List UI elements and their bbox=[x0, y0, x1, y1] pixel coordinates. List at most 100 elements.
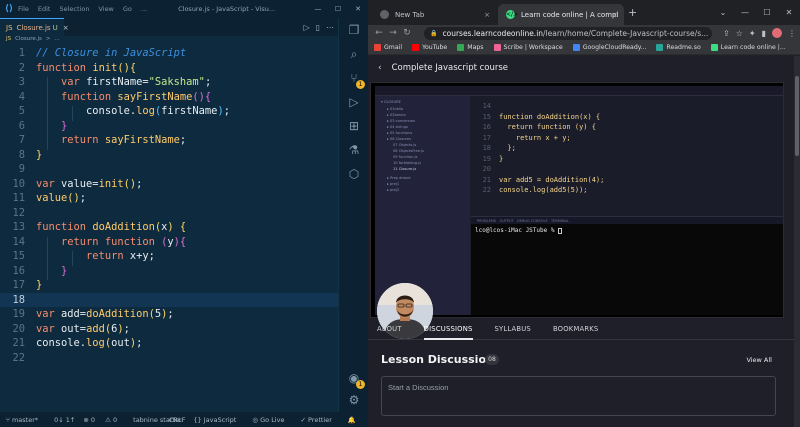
tab-closure-js[interactable]: JS Closure.js U × bbox=[0, 18, 69, 36]
close-window-icon[interactable]: ✕ bbox=[348, 0, 368, 18]
course-tab-discussions[interactable]: DISCUSSIONS bbox=[423, 318, 473, 340]
video-ide-titlebar bbox=[375, 86, 783, 96]
run-debug-icon[interactable]: ▷ bbox=[346, 94, 362, 110]
code-line[interactable]: 2 function init(){ bbox=[0, 61, 338, 76]
bookmark-item[interactable]: YouTube bbox=[412, 44, 447, 51]
video-terminal: lco@lcos-iMac JSTube % bbox=[471, 224, 783, 315]
settings-gear-icon[interactable]: ⚙ bbox=[346, 392, 362, 408]
problems-status[interactable]: ⊗ 0 ⚠ 0 bbox=[83, 416, 125, 424]
code-text: return function (y){ bbox=[61, 235, 187, 248]
menu-item-go[interactable]: Go bbox=[123, 5, 132, 13]
code-line[interactable]: 16 } bbox=[0, 264, 338, 279]
more-actions-icon[interactable]: ⋯ bbox=[326, 23, 334, 32]
page-scrollbar[interactable] bbox=[794, 56, 800, 427]
extensions-puzzle-icon[interactable]: ✦ bbox=[749, 29, 756, 38]
code-line[interactable]: 11 value(); bbox=[0, 191, 338, 206]
code-line[interactable]: 7 return sayFirstName; bbox=[0, 133, 338, 148]
notifications-icon[interactable]: 🔔 bbox=[348, 416, 356, 424]
start-discussion-input[interactable] bbox=[382, 377, 775, 415]
split-editor-icon[interactable]: ▯ bbox=[316, 23, 320, 32]
bookmark-item[interactable]: Gmail bbox=[374, 44, 402, 51]
code-line[interactable]: 12 bbox=[0, 206, 338, 221]
code-text: var value=init(); bbox=[36, 177, 143, 190]
prettier-status[interactable]: ✓ Prettier bbox=[300, 416, 339, 424]
code-line[interactable]: 3 var firstName="Saksham"; bbox=[0, 75, 338, 90]
code-line[interactable]: 14 return function (y){ bbox=[0, 235, 338, 250]
bookmark-star-icon[interactable]: ☆ bbox=[736, 29, 743, 38]
breadcrumb-file[interactable]: Closure.js bbox=[15, 36, 42, 46]
bookmark-favicon-icon bbox=[710, 44, 718, 51]
bookmark-item[interactable]: Maps bbox=[457, 44, 484, 51]
back-arrow-icon[interactable]: ← bbox=[372, 28, 386, 38]
video-code-line: 16 return function (y) { bbox=[482, 123, 596, 131]
menu-item-[interactable]: ... bbox=[141, 5, 147, 13]
testing-icon[interactable]: ⚗ bbox=[346, 142, 362, 158]
video-player[interactable]: ▾ CLOSURE ▸ 01hello ▸ 02basics ▸ 03 conv… bbox=[370, 82, 784, 339]
course-tab-about[interactable]: ABOUT bbox=[377, 318, 402, 340]
address-bar[interactable]: 🔒 courses.learncodeonline.in /learn/home… bbox=[424, 27, 712, 40]
menu-item-selection[interactable]: Selection bbox=[59, 5, 89, 13]
branch-status[interactable]: ⑂ master* bbox=[6, 416, 46, 424]
view-all-link[interactable]: View All bbox=[746, 356, 772, 364]
explorer-icon[interactable]: ❐ bbox=[346, 22, 362, 38]
code-line[interactable]: 13 function doAddition(x) { bbox=[0, 220, 338, 235]
code-line[interactable]: 20 var out=add(6); bbox=[0, 322, 338, 337]
code-line[interactable]: 15 return x+y; bbox=[0, 249, 338, 264]
eol-status[interactable]: CRLF bbox=[169, 416, 185, 424]
tab-close-icon[interactable]: × bbox=[63, 24, 69, 32]
menu-item-file[interactable]: File bbox=[18, 5, 29, 13]
code-line[interactable]: 4 function sayFirstName(){ bbox=[0, 90, 338, 105]
chrome-menu-icon[interactable]: ⋮ bbox=[788, 29, 796, 38]
code-line[interactable]: 22 bbox=[0, 351, 338, 366]
reload-icon[interactable]: ↻ bbox=[400, 28, 414, 38]
menu-item-view[interactable]: View bbox=[98, 5, 113, 13]
maximize-icon[interactable]: ☐ bbox=[328, 0, 348, 18]
code-line[interactable]: 10 var value=init(); bbox=[0, 177, 338, 192]
maximize-icon[interactable]: ☐ bbox=[756, 0, 778, 25]
scrollbar-thumb[interactable] bbox=[795, 76, 799, 156]
code-line[interactable]: 8} bbox=[0, 148, 338, 163]
run-icon[interactable]: ▷ bbox=[303, 23, 309, 32]
extensions-icon[interactable]: ⊞ bbox=[346, 118, 362, 134]
minimize-icon[interactable]: — bbox=[308, 0, 328, 18]
tab-learn-code-online[interactable]: </> Learn code online | A compl × bbox=[498, 4, 624, 25]
code-line[interactable]: 1 // Closure in JavaScript bbox=[0, 46, 338, 61]
code-line[interactable]: 5 console.log(firstName); bbox=[0, 104, 338, 119]
profile-avatar[interactable] bbox=[772, 28, 782, 38]
bookmark-item[interactable]: Scribe | Workspace bbox=[493, 44, 563, 51]
code-line[interactable]: 19 var add=doAddition(5); bbox=[0, 307, 338, 322]
tab-search-icon[interactable]: ⌄ bbox=[712, 0, 734, 25]
remote-explorer-icon[interactable]: ⬡ bbox=[346, 166, 362, 182]
code-editor[interactable]: 1 // Closure in JavaScript 2 function init(… bbox=[0, 46, 338, 412]
breadcrumb-symbol[interactable]: ... bbox=[55, 36, 60, 46]
language-status[interactable]: {} JavaScript bbox=[193, 416, 244, 424]
close-window-icon[interactable]: ✕ bbox=[778, 0, 800, 25]
tab-close-icon[interactable]: × bbox=[484, 11, 490, 19]
search-icon[interactable]: ⌕ bbox=[346, 46, 362, 62]
back-chevron-icon[interactable]: ‹ bbox=[378, 63, 382, 73]
bookmark-item[interactable]: Learn code online |... bbox=[710, 44, 786, 51]
go-live-status[interactable]: ◎ Go Live bbox=[252, 416, 292, 424]
code-line[interactable]: 21 console.log(out); bbox=[0, 336, 338, 351]
sync-status[interactable]: 0↓ 1↑ bbox=[54, 416, 75, 424]
bookmark-favicon-icon bbox=[457, 44, 465, 51]
share-icon[interactable]: ⇪ bbox=[723, 29, 730, 38]
code-line[interactable]: 6 } bbox=[0, 119, 338, 134]
course-tab-syllabus[interactable]: SYLLABUS bbox=[495, 318, 531, 340]
menu-item-edit[interactable]: Edit bbox=[38, 5, 51, 13]
video-frame: ▾ CLOSURE ▸ 01hello ▸ 02basics ▸ 03 conv… bbox=[375, 86, 783, 315]
bookmark-item[interactable]: Readme.so bbox=[656, 44, 701, 51]
course-tab-bookmarks[interactable]: BOOKMARKS bbox=[553, 318, 599, 340]
code-line[interactable]: 18 bbox=[0, 292, 338, 307]
tab-close-icon[interactable]: × bbox=[612, 11, 618, 19]
minimize-icon[interactable]: — bbox=[734, 0, 756, 25]
code-line[interactable]: 9 bbox=[0, 162, 338, 177]
line-number: 12 bbox=[12, 206, 25, 219]
sidebar-icon[interactable]: ▮ bbox=[762, 29, 766, 38]
forward-arrow-icon[interactable]: → bbox=[386, 28, 400, 38]
bookmark-item[interactable]: GoogleCloudReady... bbox=[572, 44, 646, 51]
code-line[interactable]: 17} bbox=[0, 278, 338, 293]
tab-new-tab[interactable]: New Tab × bbox=[372, 4, 496, 25]
tab-modified-indicator: U bbox=[52, 23, 58, 32]
new-tab-button[interactable]: + bbox=[628, 6, 637, 19]
